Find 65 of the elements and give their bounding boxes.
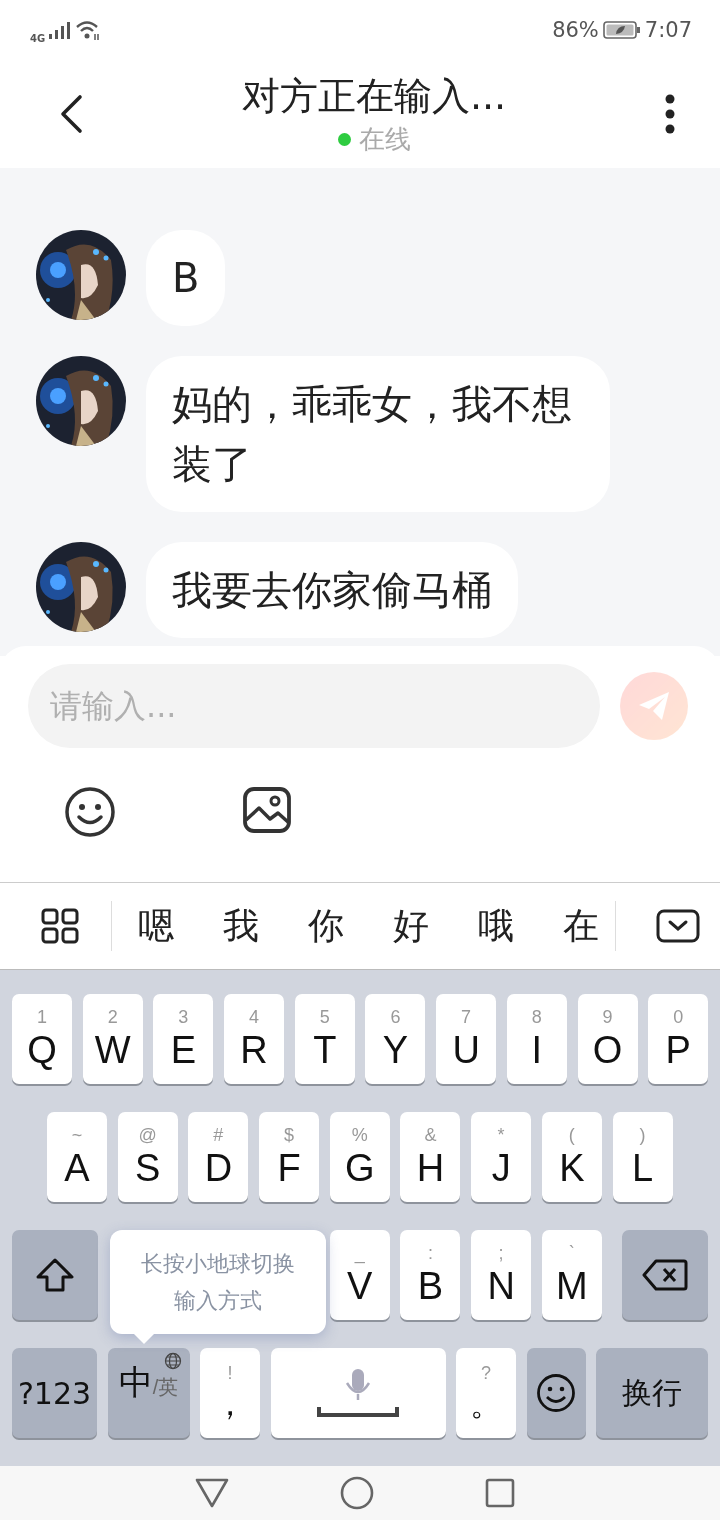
letter-key[interactable]: & H bbox=[400, 1112, 461, 1202]
space-key[interactable] bbox=[270, 1348, 446, 1438]
candidate-word[interactable]: 在 bbox=[563, 901, 599, 951]
battery-percent: 86% bbox=[552, 18, 599, 42]
backspace-icon bbox=[641, 1258, 688, 1292]
online-status: 在线 bbox=[358, 123, 411, 156]
letter-key[interactable]: % G bbox=[329, 1112, 390, 1202]
image-icon[interactable] bbox=[242, 786, 292, 834]
more-button[interactable] bbox=[664, 94, 676, 134]
letter-key[interactable]: 8 I bbox=[506, 994, 567, 1084]
letter-key[interactable]: 5 T bbox=[294, 994, 355, 1084]
letter-key[interactable]: 7 U bbox=[436, 994, 497, 1084]
clock: 7:07 bbox=[644, 18, 692, 42]
tooltip: 长按小地球切换 输入方式 bbox=[110, 1230, 326, 1334]
letter-key[interactable]: ` M bbox=[541, 1230, 602, 1320]
letter-key[interactable]: * J bbox=[471, 1112, 532, 1202]
back-button[interactable] bbox=[58, 94, 84, 134]
candidate-word[interactable]: 你 bbox=[308, 901, 344, 951]
function-key[interactable]: ?123 bbox=[12, 1348, 97, 1438]
network-type: 4G bbox=[30, 32, 46, 44]
letter-key[interactable]: 1 Q bbox=[12, 994, 72, 1084]
recents-nav-icon[interactable] bbox=[484, 1478, 515, 1508]
message-bubble: 妈的，乖乖女，我不想装了 bbox=[146, 356, 610, 512]
message-bubble: B bbox=[146, 230, 226, 326]
candidate-word[interactable]: 嗯 bbox=[138, 901, 174, 951]
letter-key[interactable]: ( K bbox=[541, 1112, 602, 1202]
candidate-word[interactable]: 哦 bbox=[478, 901, 514, 951]
globe-icon bbox=[163, 1352, 182, 1370]
punctuation-key[interactable]: ! ， bbox=[200, 1348, 260, 1438]
chat-title: 对方正在输入... bbox=[241, 73, 507, 120]
letter-key[interactable]: _ V bbox=[329, 1230, 390, 1320]
battery-icon bbox=[602, 21, 641, 39]
letter-key[interactable]: 2 W bbox=[82, 994, 143, 1084]
delete-key[interactable] bbox=[621, 1230, 708, 1320]
home-nav-icon[interactable] bbox=[340, 1476, 374, 1510]
grid-icon[interactable] bbox=[41, 908, 79, 944]
candidate-word[interactable]: 好 bbox=[393, 901, 429, 951]
back-nav-icon[interactable] bbox=[195, 1478, 230, 1508]
shift-icon bbox=[35, 1257, 75, 1293]
function-key[interactable]: 换行 bbox=[596, 1348, 708, 1438]
letter-key[interactable]: 3 E bbox=[153, 994, 214, 1084]
punctuation-key[interactable]: ? 。 bbox=[456, 1348, 516, 1438]
tooltip-pointer bbox=[134, 1334, 154, 1344]
letter-key[interactable]: $ F bbox=[259, 1112, 320, 1202]
letter-key[interactable]: ) L bbox=[612, 1112, 673, 1202]
letter-key[interactable]: # D bbox=[188, 1112, 249, 1202]
letter-key[interactable]: @ S bbox=[117, 1112, 178, 1202]
letter-key[interactable]: ~ A bbox=[47, 1112, 107, 1202]
letter-key[interactable]: 0 P bbox=[648, 994, 709, 1084]
shift-key[interactable] bbox=[12, 1230, 98, 1320]
smiley-icon bbox=[536, 1373, 576, 1413]
wifi-icon bbox=[75, 20, 102, 40]
letter-key[interactable]: 6 Y bbox=[365, 994, 426, 1084]
signal-icon bbox=[49, 21, 72, 39]
candidate-word[interactable]: 我 bbox=[223, 901, 259, 951]
letter-key[interactable]: 4 R bbox=[224, 994, 285, 1084]
emoji-key[interactable] bbox=[526, 1348, 586, 1438]
message-input[interactable]: 请输入... bbox=[28, 664, 600, 748]
letter-key[interactable]: : B bbox=[400, 1230, 461, 1320]
keyboard-hide-icon[interactable] bbox=[656, 909, 700, 943]
letter-key[interactable]: ; N bbox=[471, 1230, 532, 1320]
emoji-icon[interactable] bbox=[64, 786, 116, 838]
letter-key[interactable]: 9 O bbox=[577, 994, 638, 1084]
language-key[interactable]: 中/英 bbox=[107, 1348, 190, 1438]
message-bubble: 我要去你家偷马桶 bbox=[146, 542, 518, 638]
